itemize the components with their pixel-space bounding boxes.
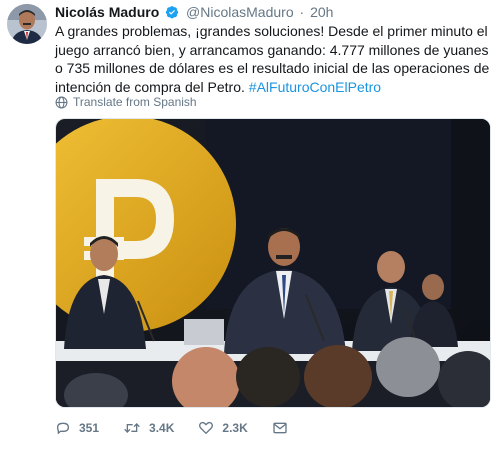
- reply-icon: [57, 422, 69, 434]
- separator: ·: [299, 4, 305, 20]
- display-name[interactable]: Nicolás Maduro: [55, 4, 159, 20]
- globe-icon: [55, 96, 68, 108]
- reply-count: 351: [79, 421, 100, 435]
- user-handle[interactable]: @NicolasMaduro: [186, 4, 294, 20]
- avatar[interactable]: [7, 4, 47, 44]
- envelope-icon: [273, 422, 287, 434]
- reply-button[interactable]: 351: [55, 420, 99, 436]
- tweet-text: A grandes problemas, ¡grandes soluciones…: [55, 22, 495, 96]
- retweet-count: 3.4K: [149, 421, 175, 435]
- tweet-header: Nicolás Maduro @NicolasMaduro · 20h: [55, 3, 333, 21]
- tweet-actions: 351 3.4K 2.3K: [55, 420, 320, 436]
- like-button[interactable]: 2.3K: [198, 420, 248, 436]
- heart-icon: [199, 421, 214, 434]
- translate-label: Translate from Spanish: [73, 95, 197, 109]
- like-count: 2.3K: [222, 421, 248, 435]
- verified-badge-icon: [165, 5, 179, 19]
- tweet-photo[interactable]: [55, 118, 491, 408]
- hashtag-link[interactable]: #AlFuturoConElPetro: [249, 79, 381, 95]
- tweet-card: Nicolás Maduro @NicolasMaduro · 20h A gr…: [0, 0, 500, 450]
- retweet-icon: [124, 423, 140, 433]
- timestamp[interactable]: 20h: [310, 4, 333, 20]
- retweet-button[interactable]: 3.4K: [123, 420, 174, 436]
- message-button[interactable]: [272, 420, 296, 436]
- translate-link[interactable]: Translate from Spanish: [55, 95, 197, 109]
